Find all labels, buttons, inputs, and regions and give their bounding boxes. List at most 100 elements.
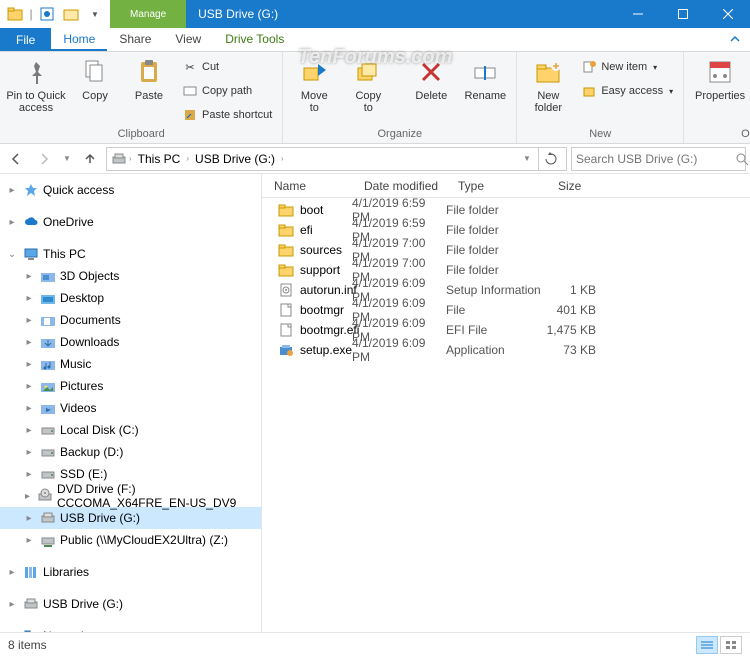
rename-button[interactable]: Rename [460,54,510,102]
pin-to-quick-access-button[interactable]: Pin to Quick access [6,54,66,114]
tab-view[interactable]: View [163,28,213,51]
navigation-pane[interactable]: ▸Quick access ▸OneDrive ⌄This PC▸3D Object… [0,174,262,632]
crumb-current[interactable]: USB Drive (G:) [191,152,279,166]
rename-icon [469,56,501,88]
file-row[interactable]: autorun.inf4/1/2019 6:09 PMSetup Informa… [262,280,750,300]
expand-icon[interactable]: ⌄ [5,247,19,261]
address-dropdown[interactable]: ▼ [518,147,536,171]
nav-item[interactable]: ▸Quick access [0,179,261,201]
file-row[interactable]: bootmgr.efi4/1/2019 6:09 PMEFI File1,475… [262,320,750,340]
copy-button[interactable]: Copy [70,54,120,102]
nav-item[interactable]: ▸Downloads [0,331,261,353]
file-icon [278,202,294,218]
expand-icon[interactable]: ▸ [22,467,36,481]
search-box[interactable] [571,147,746,171]
new-item-button[interactable]: New item▾ [577,56,677,78]
nav-item[interactable]: ▸Music [0,353,261,375]
nav-item[interactable]: ▸DVD Drive (F:) CCCOMA_X64FRE_EN-US_DV9 [0,485,261,507]
up-button[interactable] [78,147,102,171]
expand-icon[interactable]: ▸ [22,533,36,547]
copy-to-button[interactable]: Copy to [343,54,393,114]
maximize-button[interactable] [660,0,705,28]
new-folder-button[interactable]: New folder [523,54,573,114]
tab-drive-tools[interactable]: Drive Tools [213,28,296,51]
nav-item[interactable]: ▸Videos [0,397,261,419]
cut-button[interactable]: ✂Cut [178,56,276,78]
copy-path-button[interactable]: Copy path [178,80,276,102]
expand-icon[interactable]: ▸ [5,215,19,229]
expand-icon[interactable]: ▸ [22,313,36,327]
delete-icon [415,56,447,88]
nav-item[interactable]: ▸3D Objects [0,265,261,287]
search-input[interactable] [576,152,731,166]
nav-item[interactable]: ⌄This PC [0,243,261,265]
tab-home[interactable]: Home [51,28,107,51]
expand-icon[interactable]: ▸ [22,357,36,371]
recent-button[interactable]: ▼ [60,147,74,171]
minimize-button[interactable] [615,0,660,28]
content-area[interactable]: Name Date modified Type Size boot4/1/201… [262,174,750,632]
expand-icon[interactable]: ▸ [22,423,36,437]
properties-button[interactable]: Properties [690,54,750,102]
move-to-button[interactable]: Move to [289,54,339,114]
view-details-button[interactable] [696,636,718,654]
expand-icon[interactable]: ▸ [22,269,36,283]
expand-icon[interactable]: ▸ [22,511,36,525]
scissors-icon: ✂ [182,59,198,75]
col-date[interactable]: Date modified [352,179,446,193]
nav-icon [40,290,56,306]
address-bar[interactable]: › This PC › USB Drive (G:) › ▼ [106,147,567,171]
nav-item[interactable]: ▸Backup (D:) [0,441,261,463]
expand-icon[interactable]: ▸ [22,379,36,393]
column-headers[interactable]: Name Date modified Type Size [262,174,750,198]
expand-icon[interactable]: ▸ [22,335,36,349]
nav-item[interactable]: ▸Desktop [0,287,261,309]
qa-new-folder[interactable] [60,3,82,25]
col-name[interactable]: Name [262,179,352,193]
nav-item[interactable]: ▸Local Disk (C:) [0,419,261,441]
expand-icon[interactable]: ▸ [22,489,33,503]
nav-icon [40,268,56,284]
file-row[interactable]: setup.exe4/1/2019 6:09 PMApplication73 K… [262,340,750,360]
close-button[interactable] [705,0,750,28]
nav-icon [23,182,39,198]
nav-item[interactable]: ▸Pictures [0,375,261,397]
nav-item[interactable]: ▸Public (\\MyCloudEX2Ultra) (Z:) [0,529,261,551]
col-type[interactable]: Type [446,179,546,193]
nav-item[interactable]: ▸Documents [0,309,261,331]
nav-item[interactable]: ▸OneDrive [0,211,261,233]
delete-button[interactable]: Delete [406,54,456,102]
nav-item[interactable]: ▸Network [0,625,261,632]
file-row[interactable]: sources4/1/2019 7:00 PMFile folder [262,240,750,260]
explorer-icon[interactable] [4,3,26,25]
col-size[interactable]: Size [546,179,606,193]
crumb-this-pc[interactable]: This PC [134,152,185,166]
expand-icon[interactable]: ▸ [22,291,36,305]
file-row[interactable]: support4/1/2019 7:00 PMFile folder [262,260,750,280]
tab-share[interactable]: Share [107,28,163,51]
tab-file[interactable]: File [0,28,51,51]
expand-icon[interactable]: ▸ [22,401,36,415]
nav-item[interactable]: ▸USB Drive (G:) [0,593,261,615]
ribbon-group-open: Properties Open▾ Edit History Open [684,52,750,143]
expand-icon[interactable]: ▸ [5,597,19,611]
expand-icon[interactable]: ▸ [5,565,19,579]
expand-icon[interactable]: ▸ [5,183,19,197]
view-icons-button[interactable] [720,636,742,654]
nav-item[interactable]: ▸USB Drive (G:) [0,507,261,529]
file-row[interactable]: boot4/1/2019 6:59 PMFile folder [262,200,750,220]
forward-button[interactable] [32,147,56,171]
ribbon-collapse-button[interactable] [720,28,750,51]
back-button[interactable] [4,147,28,171]
qa-dropdown[interactable]: ▼ [84,3,106,25]
paste-button[interactable]: Paste [124,54,174,102]
file-row[interactable]: efi4/1/2019 6:59 PMFile folder [262,220,750,240]
nav-icon [40,422,56,438]
nav-item[interactable]: ▸Libraries [0,561,261,583]
file-row[interactable]: bootmgr4/1/2019 6:09 PMFile401 KB [262,300,750,320]
expand-icon[interactable]: ▸ [22,445,36,459]
paste-shortcut-button[interactable]: Paste shortcut [178,104,276,126]
refresh-button[interactable] [538,148,562,170]
easy-access-button[interactable]: Easy access▾ [577,80,677,102]
qa-properties[interactable] [36,3,58,25]
